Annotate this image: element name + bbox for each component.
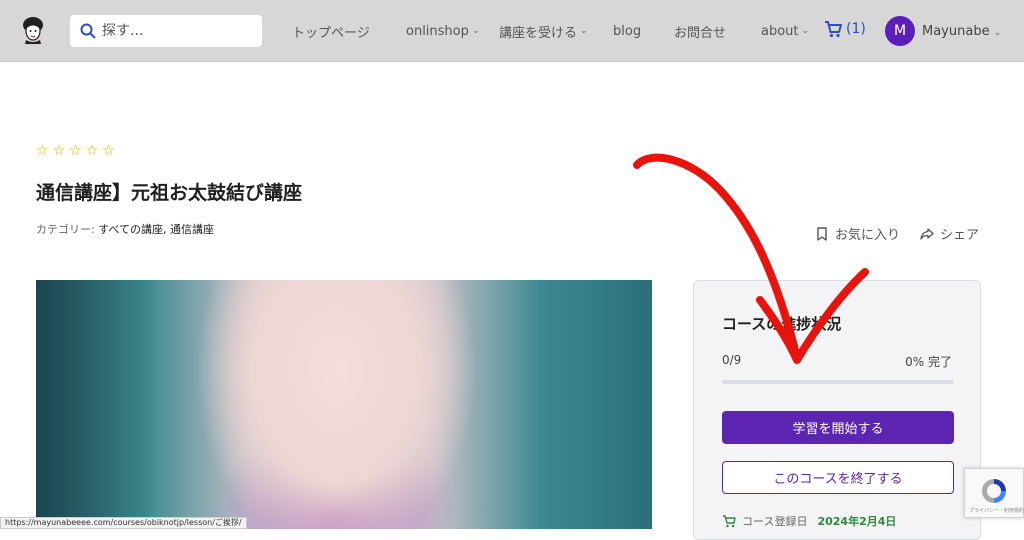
enroll-date-row: コース登録日 2024年2月4日 [722,513,896,529]
nav-item-about[interactable]: about ⌄ [761,0,809,62]
category-label: カテゴリー: [36,223,99,236]
star-empty-icon: ☆ [69,143,82,159]
progress-bar [722,380,954,384]
start-learning-button[interactable]: 学習を開始する [722,411,954,444]
chevron-down-icon: ⌄ [580,26,588,36]
cart-check-icon [723,515,736,528]
star-empty-icon: ☆ [85,143,99,159]
nav-item-label: about [761,23,799,39]
finish-course-button[interactable]: このコースを終了する [722,461,954,494]
nav-item-label: 講座を受ける [499,25,578,41]
recaptcha-badge[interactable]: プライバシー・利用規約 [964,468,1024,518]
chevron-down-icon: ⌄ [801,26,810,36]
username-label: Mayunabe [922,24,990,39]
nav-item-label: お問合せ [674,25,727,41]
star-empty-icon: ☆ [52,143,66,159]
share-label: シェア [940,228,980,243]
recaptcha-icon [982,479,1006,503]
enroll-date: 2024年2月4日 [817,515,897,528]
star-empty-icon: ☆ [36,143,49,159]
search-box[interactable] [70,15,262,47]
nav-item-blog[interactable]: blog [613,0,641,62]
nav-item-label: onlinshop [406,23,469,39]
nav-item-label: blog [613,23,642,39]
enroll-label: コース登録日 [742,515,808,528]
nav-item-onlinshop[interactable]: onlinshop ⌄ [406,0,479,62]
site-header: トップページ onlinshop ⌄ 講座を受ける ⌄ blog お問合せ ab… [0,0,1024,62]
site-logo-icon[interactable] [20,16,46,44]
nav-item-contact[interactable]: お問合せ [674,0,726,62]
star-empty-icon: ☆ [102,143,115,159]
favorite-label: お気に入り [835,228,901,243]
avatar-initial: M [893,23,907,39]
course-category: カテゴリー: すべての講座, 通信講座 [36,221,214,237]
chevron-down-icon: ⌄ [471,26,480,36]
course-progress-card: コースの進捗状況 0/9 0% 完了 学習を開始する このコースを終了する コー… [693,280,981,540]
search-input[interactable] [102,23,252,39]
share-button[interactable]: シェア [920,224,979,243]
cart-count: (1) [846,21,866,37]
course-video-thumbnail[interactable] [36,280,652,529]
progress-count: 0/9 [722,353,742,367]
search-icon [80,23,96,39]
favorite-button[interactable]: お気に入り [815,224,900,243]
avatar[interactable]: M [885,16,915,46]
category-value[interactable]: すべての講座, 通信講座 [98,223,214,236]
bookmark-icon [817,226,827,241]
media-shade [36,280,156,529]
chevron-down-icon: ⌄ [993,28,1002,38]
progress-percent: 0% 完了 [905,355,952,369]
nav-item-top[interactable]: トップページ [292,0,370,62]
cart-icon [825,21,842,38]
progress-title: コースの進捗状況 [722,315,842,333]
nav-item-label: トップページ [292,25,370,41]
rating-stars: ☆ ☆ ☆ ☆ ☆ [36,143,115,159]
nav-item-courses[interactable]: 講座を受ける ⌄ [499,0,588,62]
user-menu[interactable]: Mayunabe ⌄ [922,24,1001,39]
share-icon [920,227,934,240]
cart-link[interactable]: (1) [824,20,866,38]
course-title: 通信講座】元祖お太鼓結び講座 [36,182,303,204]
browser-status-bar: https://mayunabeeee.com/courses/obiknotj… [0,517,247,529]
recaptcha-text: プライバシー・利用規約 [969,508,1024,514]
